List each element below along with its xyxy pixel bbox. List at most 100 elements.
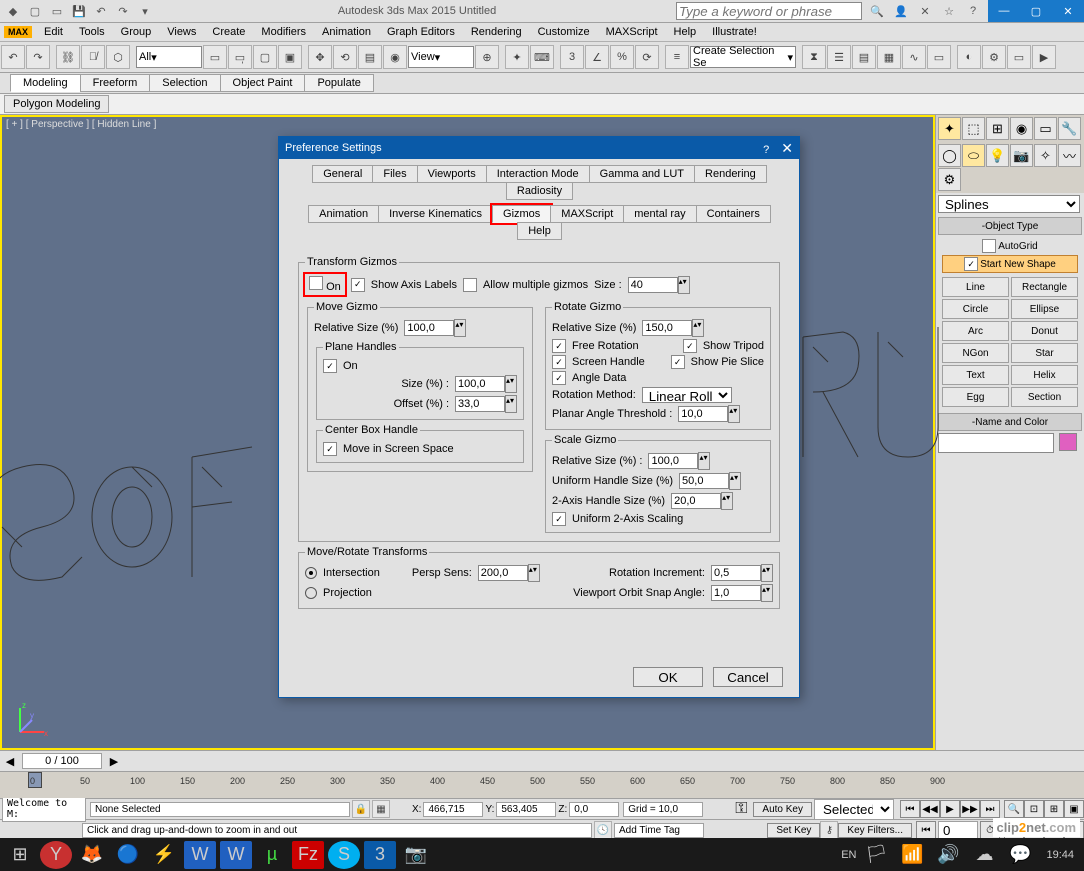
align-button[interactable]: ☰	[827, 45, 851, 69]
manipulate-button[interactable]: ✦	[505, 45, 529, 69]
tab-animation[interactable]: Animation	[308, 205, 379, 223]
tray-flag-icon[interactable]: 🏳	[860, 841, 892, 869]
time-tag-icon[interactable]: 🕓	[594, 821, 612, 839]
render-frame-button[interactable]: ▭	[1007, 45, 1031, 69]
bind-button[interactable]: ⬡	[106, 45, 130, 69]
goto-end-button[interactable]: ⏭	[980, 800, 1000, 818]
free-rotation-checkbox[interactable]	[552, 339, 566, 353]
shape-category-drop[interactable]: Splines	[938, 195, 1080, 213]
pivot-button[interactable]: ⊕	[475, 45, 499, 69]
redo-icon[interactable]: ↷	[112, 1, 134, 21]
dialog-close-icon[interactable]: ✕	[781, 140, 793, 156]
tab-object-paint[interactable]: Object Paint	[220, 74, 306, 92]
menu-rendering[interactable]: Rendering	[463, 25, 530, 39]
obj-line[interactable]: Line	[942, 277, 1009, 297]
zoom-region-button[interactable]: ▣	[1064, 800, 1084, 818]
menu-graph-editors[interactable]: Graph Editors	[379, 25, 463, 39]
render-setup-button[interactable]: ⚙	[982, 45, 1006, 69]
two-axis-handle-input[interactable]	[671, 493, 721, 509]
menu-group[interactable]: Group	[113, 25, 160, 39]
lock-icon[interactable]: 🔒	[352, 800, 370, 818]
tab-files[interactable]: Files	[372, 165, 417, 183]
timeline[interactable]: ◀ 0 / 100 ▶	[0, 750, 1084, 771]
autokey-button[interactable]: Auto Key	[753, 802, 812, 817]
move-rel-size-input[interactable]	[404, 320, 454, 336]
tab-freeform[interactable]: Freeform	[80, 74, 151, 92]
firefox-icon[interactable]: 🦊	[76, 841, 108, 869]
selection-set-drop[interactable]: Create Selection Se ▾	[690, 46, 796, 68]
project-icon[interactable]: ▾	[134, 1, 156, 21]
yandex-icon[interactable]: Y	[40, 841, 72, 869]
obj-section[interactable]: Section	[1011, 387, 1078, 407]
tab-modeling[interactable]: Modeling	[10, 74, 81, 92]
allow-multiple-gizmos-checkbox[interactable]	[463, 278, 477, 292]
name-color-header[interactable]: - Name and Color	[938, 413, 1082, 431]
layer-explorer-button[interactable]: ▦	[877, 45, 901, 69]
tab-viewports[interactable]: Viewports	[417, 165, 487, 183]
percent-snap-button[interactable]: %	[610, 45, 634, 69]
projection-radio[interactable]	[305, 587, 317, 599]
show-tripod-checkbox[interactable]	[683, 339, 697, 353]
systems-icon[interactable]: ⚙	[938, 168, 961, 191]
filezilla-icon[interactable]: Fz	[292, 841, 324, 869]
color-swatch[interactable]	[1059, 433, 1077, 451]
angle-snap-button[interactable]: ∠	[585, 45, 609, 69]
y-coord[interactable]: 563,405	[496, 802, 556, 817]
rotate-rel-size-input[interactable]	[642, 320, 692, 336]
selection-lock-icon[interactable]: ▦	[372, 800, 390, 818]
orbit-snap-input[interactable]	[711, 585, 761, 601]
unlink-button[interactable]: ⛓̸	[81, 45, 105, 69]
angle-data-checkbox[interactable]	[552, 371, 566, 385]
transform-on-checkbox[interactable]	[309, 276, 323, 290]
window-crossing-button[interactable]: ▣	[278, 45, 302, 69]
modify-panel-icon[interactable]: ⬚	[962, 117, 985, 140]
obj-donut[interactable]: Donut	[1011, 321, 1078, 341]
obj-text[interactable]: Text	[942, 365, 1009, 385]
select-button[interactable]: ▭	[203, 45, 227, 69]
helpers-icon[interactable]: ✧	[1034, 144, 1057, 167]
menu-create[interactable]: Create	[204, 25, 253, 39]
tray-sound-icon[interactable]: 🔊	[932, 841, 964, 869]
obj-helix[interactable]: Helix	[1011, 365, 1078, 385]
edit-selection-set-button[interactable]: ≡	[665, 45, 689, 69]
move-screen-space-checkbox[interactable]	[323, 442, 337, 456]
ok-button[interactable]: OK	[633, 667, 703, 687]
hierarchy-panel-icon[interactable]: ⊞	[986, 117, 1009, 140]
obj-ellipse[interactable]: Ellipse	[1011, 299, 1078, 319]
tab-populate[interactable]: Populate	[304, 74, 373, 92]
dialog-titlebar[interactable]: Preference Settings ?✕	[279, 137, 799, 159]
geometry-icon[interactable]: ◯	[938, 144, 961, 167]
rotation-method-drop[interactable]: Linear Roll	[642, 387, 732, 403]
show-axis-labels-checkbox[interactable]	[351, 278, 365, 292]
undo-button[interactable]: ↶	[1, 45, 25, 69]
object-name-input[interactable]	[938, 433, 1054, 453]
show-pie-slice-checkbox[interactable]	[671, 355, 685, 369]
intersection-radio[interactable]	[305, 567, 317, 579]
tab-ik[interactable]: Inverse Kinematics	[378, 205, 493, 223]
plane-on-checkbox[interactable]	[323, 359, 337, 373]
tab-help-pref[interactable]: Help	[517, 222, 562, 240]
app-icon[interactable]: ◆	[2, 1, 24, 21]
keyfilters-button[interactable]: Key Filters...	[838, 823, 912, 838]
mirror-button[interactable]: ⧗	[802, 45, 826, 69]
cancel-button[interactable]: Cancel	[713, 667, 783, 687]
snap-button[interactable]: 3	[560, 45, 584, 69]
select-name-button[interactable]: ▭̩	[228, 45, 252, 69]
scale-button[interactable]: ▤	[358, 45, 382, 69]
chrome-icon[interactable]: 🔵	[112, 841, 144, 869]
prev-frame-button[interactable]: ◀◀	[920, 800, 940, 818]
tray-network-icon[interactable]: 📶	[896, 841, 928, 869]
redo-button[interactable]: ↷	[26, 45, 50, 69]
help-icon[interactable]: ?	[962, 1, 984, 21]
obj-star[interactable]: Star	[1011, 343, 1078, 363]
material-editor-button[interactable]: ◐	[957, 45, 981, 69]
time-ruler[interactable]: 0501001502002503003504004505005506006507…	[0, 771, 1084, 798]
menu-maxscript[interactable]: MAXScript	[598, 25, 666, 39]
close-button[interactable]: ✕	[1052, 0, 1084, 22]
favorite-icon[interactable]: ☆	[938, 1, 960, 21]
scale-rel-size-input[interactable]	[648, 453, 698, 469]
cameras-icon[interactable]: 📷	[1010, 144, 1033, 167]
layers-button[interactable]: ▤	[852, 45, 876, 69]
word-icon[interactable]: W	[184, 841, 216, 869]
obj-rectangle[interactable]: Rectangle	[1011, 277, 1078, 297]
